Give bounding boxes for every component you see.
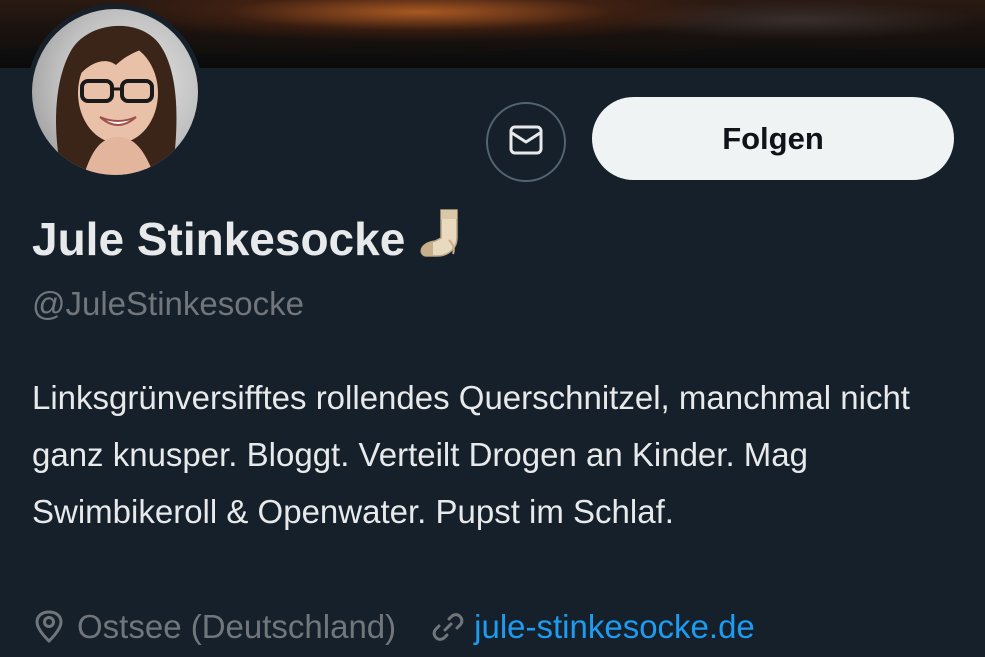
mail-icon — [509, 125, 543, 160]
follow-button[interactable]: Folgen — [592, 97, 954, 180]
user-handle: @JuleStinkesocke — [32, 285, 304, 322]
display-name-text: Jule Stinkesocke — [32, 212, 406, 265]
profile-bio: Linksgrünversifftes rollendes Querschnit… — [32, 379, 910, 530]
message-button[interactable] — [486, 102, 566, 182]
website-link[interactable]: jule-stinkesocke.de — [474, 608, 755, 646]
sock-emoji — [419, 208, 469, 269]
display-name: Jule Stinkesocke — [32, 208, 469, 269]
website[interactable]: jule-stinkesocke.de — [432, 608, 755, 646]
location: Ostsee (Deutschland) — [33, 608, 396, 646]
avatar[interactable] — [27, 4, 203, 180]
location-text: Ostsee (Deutschland) — [77, 608, 397, 645]
location-pin-icon — [33, 610, 65, 644]
avatar-photo — [32, 9, 198, 175]
link-icon — [432, 611, 464, 643]
profile-meta: Ostsee (Deutschland) jule-stinkesocke.de — [33, 604, 755, 650]
